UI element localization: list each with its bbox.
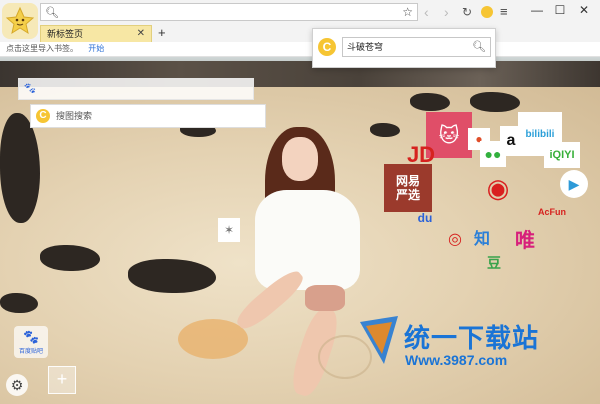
watermark-url: Www.3987.com [405,352,508,368]
search-icon[interactable]: 🔍︎ [472,38,486,56]
photo-person-shirt [255,190,360,290]
bookmark-bar: 点击这里导入书签。 开始 [0,42,600,57]
close-button[interactable]: ✕ [573,2,595,18]
browser-logo-icon[interactable] [2,3,38,39]
tab-title: 新标签页 [47,29,84,39]
iqiyi-icon[interactable]: iQIYI [544,142,580,168]
tab-close-icon[interactable]: ✕ [137,26,145,42]
sogou-search-bar[interactable]: C 搜图搜索 [30,104,266,128]
rabbit-icon[interactable]: ✶ [218,218,240,242]
baidu-du-icon[interactable]: du [410,206,440,230]
address-bar[interactable]: 🔍︎ ☆ [40,3,418,21]
baidu-search-bar[interactable]: 🐾︎ [18,78,254,100]
photo-person-face [282,137,318,181]
photo-person-shorts [305,285,345,311]
maximize-button[interactable]: ☐ [549,2,571,18]
douban-icon[interactable]: 豆 [482,252,506,274]
watermark-title: 统一下载站 [404,323,540,353]
baidu-paw-icon: 🐾︎ [22,329,40,345]
back-button[interactable]: ‹ [424,4,429,20]
search-engine-icon[interactable] [481,6,493,18]
rock [128,259,216,293]
add-shortcut-button[interactable]: + [48,366,76,394]
watermark-logo-icon [360,316,398,364]
photo-hat [178,319,248,359]
search-popup: C 斗破苍穹 🔍︎ [312,28,496,68]
rock [410,93,450,111]
rock [0,293,38,313]
menu-icon[interactable]: ≡ [500,4,508,20]
wangyi-yanxuan-icon[interactable]: 网易 严选 [384,164,432,212]
acfun-icon[interactable]: AcFun [534,204,570,220]
sogou-search-input[interactable]: 搜图搜索 [56,109,92,122]
forward-button[interactable]: › [444,4,449,20]
baidu-paw-icon: 🐾︎ [23,83,37,95]
search-engine-icon: C [318,38,336,56]
search-engine-icon: C [36,109,50,123]
wechat-icon[interactable]: ●● [480,141,506,167]
rock [40,245,100,271]
bookmark-star-icon[interactable]: ☆ [402,5,413,19]
rock [370,123,400,137]
import-bookmarks-link[interactable]: 开始 [88,44,104,53]
refresh-icon[interactable]: ↻ [462,4,472,20]
video-play-icon[interactable]: ▶ [560,170,588,198]
new-tab-button[interactable]: + [158,25,166,40]
import-bookmarks-text: 点击这里导入书签。 [6,44,78,53]
popup-query-text: 斗破苍穹 [347,42,384,52]
lips-icon[interactable]: ◉ [478,173,518,203]
search-icon: 🔍︎ [45,7,59,19]
settings-gear-icon[interactable]: ⚙ [6,374,28,396]
minimize-button[interactable]: — [526,2,548,18]
vip-icon[interactable]: 唯 [510,224,540,252]
zhihu-icon[interactable]: 知 [470,224,494,250]
tab-new-tab[interactable]: 新标签页 ✕ [40,25,152,42]
rock [470,92,520,112]
popup-search-input[interactable]: 斗破苍穹 🔍︎ [342,37,491,57]
weibo-icon[interactable]: ◎ [442,226,468,252]
baidu-tieba-shortcut[interactable]: 🐾︎ 百度贴吧 [14,326,48,358]
bottom-icon-label: 百度贴吧 [18,349,43,355]
